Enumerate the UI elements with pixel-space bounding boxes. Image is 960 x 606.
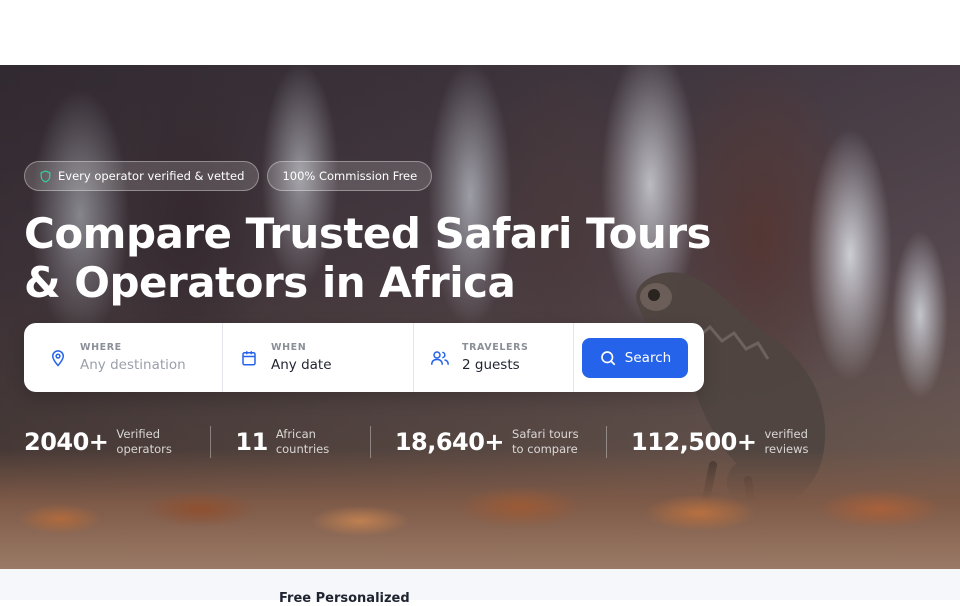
- travelers-label: TRAVELERS: [462, 342, 529, 353]
- search-button[interactable]: Search: [582, 337, 688, 378]
- calendar-icon: [239, 348, 259, 368]
- stat-desc-line-2: to compare: [512, 442, 578, 456]
- when-input[interactable]: Any date: [271, 357, 332, 373]
- shield-icon: [39, 169, 52, 183]
- stat-desc-line-2: operators: [116, 442, 172, 456]
- stat-desc-line-1: Verified: [116, 427, 160, 441]
- stat-desc-line-2: countries: [275, 442, 330, 456]
- stat-reviews: 112,500+ verified reviews: [631, 427, 834, 457]
- search-icon: [599, 349, 617, 367]
- hero-content: Every operator verified & vetted 100% Co…: [0, 65, 960, 569]
- page-title-line-2: & Operators in Africa: [24, 258, 516, 307]
- travelers-field[interactable]: TRAVELERS 2 guests: [414, 323, 574, 392]
- stat-divider: [369, 426, 371, 458]
- stats-row: 2040+ Verified operators 11 African countr…: [24, 422, 834, 462]
- section-heading: Free Personalized: [279, 591, 410, 606]
- stat-divider: [606, 426, 608, 458]
- where-field[interactable]: WHERE Any destination: [24, 323, 223, 392]
- stat-desc-line-1: verified: [764, 427, 808, 441]
- map-pin-icon: [48, 348, 68, 368]
- stat-number: 2040+: [24, 428, 109, 456]
- hero-section: Every operator verified & vetted 100% Co…: [0, 65, 960, 569]
- verified-badge-label: Every operator verified & vetted: [58, 169, 245, 183]
- stat-description: Safari tours to compare: [512, 427, 582, 457]
- stat-desc-line-1: Safari tours: [512, 427, 579, 441]
- stat-description: Verified operators: [116, 427, 186, 457]
- commission-free-badge-label: 100% Commission Free: [282, 169, 418, 183]
- commission-free-badge: 100% Commission Free: [267, 161, 433, 191]
- where-label: WHERE: [80, 342, 122, 353]
- stat-description: verified reviews: [764, 427, 834, 457]
- where-input[interactable]: Any destination: [80, 357, 186, 373]
- stat-description: African countries: [276, 427, 346, 457]
- top-nav-bar: [0, 0, 960, 65]
- stat-desc-line-2: reviews: [764, 442, 809, 456]
- travelers-input[interactable]: 2 guests: [462, 357, 528, 373]
- stat-number: 112,500+: [631, 428, 757, 456]
- search-button-label: Search: [624, 349, 672, 366]
- stat-operators: 2040+ Verified operators: [24, 427, 186, 457]
- users-icon: [430, 348, 450, 368]
- search-bar: WHERE Any destination WHEN Any date TRAV…: [24, 323, 704, 392]
- stat-number: 18,640+: [394, 428, 505, 456]
- trust-badges: Every operator verified & vetted 100% Co…: [24, 161, 433, 191]
- page-title-line-1: Compare Trusted Safari Tours: [24, 209, 712, 258]
- when-label: WHEN: [271, 342, 307, 353]
- page-title: Compare Trusted Safari Tours & Operators…: [24, 209, 724, 307]
- stat-desc-line-1: African: [275, 427, 316, 441]
- stat-divider: [210, 426, 212, 458]
- next-section: Free Personalized: [0, 569, 960, 606]
- verified-badge: Every operator verified & vetted: [24, 161, 260, 191]
- stat-tours: 18,640+ Safari tours to compare: [395, 427, 582, 457]
- when-field[interactable]: WHEN Any date: [223, 323, 414, 392]
- stat-number: 11: [235, 428, 268, 456]
- stat-countries: 11 African countries: [235, 427, 345, 457]
